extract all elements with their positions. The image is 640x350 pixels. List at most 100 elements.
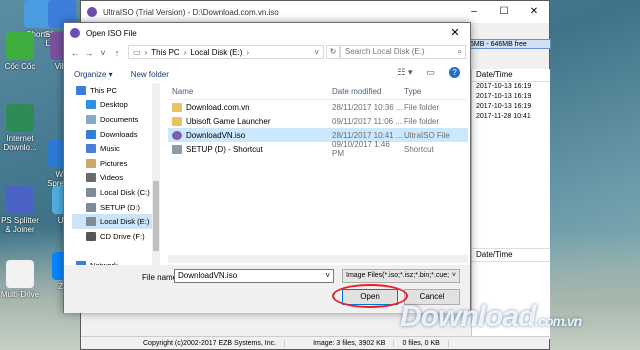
music-icon — [86, 144, 96, 154]
file-type-cell: File folder — [404, 116, 440, 126]
view-controls: ☷ ▾ ▭ ? — [397, 67, 460, 78]
file-name-cell: Download.com.vn — [168, 102, 332, 112]
chevron-down-icon[interactable]: ˅ — [314, 48, 319, 57]
organize-button[interactable]: Organize ▾ — [74, 70, 113, 79]
pictures-icon — [86, 158, 96, 168]
ultraiso-title: UltraISO (Trial Version) - D:\Download.c… — [103, 7, 279, 17]
nav-item[interactable]: Local Disk (E:) — [72, 214, 152, 229]
maximize-button[interactable]: ☐ — [489, 1, 519, 23]
documents-icon — [86, 114, 96, 124]
status-dir: 0 files, 0 KB — [394, 339, 449, 347]
breadcrumb-separator: › — [246, 47, 250, 57]
file-name-input[interactable]: DownloadVN.iso ˅ — [174, 269, 334, 283]
breadcrumb-local-disk-e[interactable]: Local Disk (E:) — [190, 48, 242, 57]
desktop-icon-label: PS Splitter & Joiner — [1, 216, 39, 234]
date-time-cell: 2017-11-28 10:41 — [476, 113, 531, 120]
file-list: Name Date modified Type Download.com.vn 2… — [168, 83, 468, 243]
file-row[interactable]: SETUP (D) - Shortcut 09/10/2017 1:46 PM Sh… — [168, 140, 468, 158]
preview-pane-icon[interactable]: ▭ — [426, 67, 435, 78]
column-name[interactable]: Name — [168, 87, 332, 96]
desktop-icon[interactable]: PS Splitter & Joiner — [0, 186, 40, 234]
file-rows: Download.com.vn 28/11/2017 10:36 ... File … — [168, 100, 468, 158]
column-date-modified[interactable]: Date modified — [332, 87, 404, 96]
watermark: Download.com.vn — [400, 300, 582, 334]
nav-item-label: CD Drive (F:) — [100, 231, 145, 241]
nav-item[interactable]: Documents — [72, 112, 152, 127]
file-type-select[interactable]: Image Files(*.iso;*.isz;*.bin;*.cue; ˅ — [342, 269, 460, 283]
file-date-cell: 28/11/2017 10:36 ... — [332, 102, 403, 112]
videos-icon — [86, 173, 96, 183]
cd-drive-icon — [86, 231, 96, 241]
file-list-hscrollbar[interactable] — [168, 255, 468, 263]
nav-item[interactable]: Desktop — [72, 98, 152, 113]
desktop-icon[interactable]: Cốc Cốc — [0, 32, 40, 71]
nav-item[interactable]: Music — [72, 141, 152, 156]
refresh-icon[interactable]: ↻ — [326, 45, 340, 59]
navigation-scrollbar[interactable] — [152, 83, 160, 265]
nav-item[interactable]: Pictures — [72, 156, 152, 171]
nav-item[interactable]: Videos — [72, 171, 152, 186]
nav-item-label: Desktop — [100, 100, 128, 110]
recent-chevron-icon[interactable]: ˅ — [96, 48, 110, 58]
search-placeholder: Search Local Disk (E:) — [345, 47, 425, 56]
file-row[interactable]: DownloadVN.iso 28/11/2017 10:41 ... UltraI… — [168, 128, 468, 142]
column-type[interactable]: Type — [404, 87, 464, 96]
navigation-pane: This PC Desktop Documents Downloads Music Pic… — [72, 83, 152, 270]
shortcut-icon — [172, 144, 182, 154]
nav-item-label: Downloads — [100, 129, 138, 139]
file-type-cell: File folder — [404, 102, 440, 112]
search-input[interactable]: Search Local Disk (E:) ⌕ — [340, 45, 466, 59]
desktop-icon[interactable]: Internet Downlo... — [0, 104, 40, 152]
file-row[interactable]: Ubisoft Game Launcher 09/11/2017 11:06 ..… — [168, 114, 468, 128]
file-name-text: Download.com.vn — [186, 102, 250, 112]
nav-item — [72, 244, 152, 259]
drive-icon — [86, 187, 96, 197]
back-arrow-icon[interactable]: ← — [68, 48, 82, 58]
chevron-down-icon[interactable]: ˅ — [325, 270, 330, 282]
file-name-text: SETUP (D) - Shortcut — [186, 144, 263, 154]
file-name-text: Ubisoft Game Launcher — [186, 116, 271, 126]
nav-item-label: Pictures — [100, 158, 128, 168]
dialog-close-button[interactable]: ✕ — [440, 23, 470, 43]
date-time-header: Date/Time — [472, 69, 550, 82]
nav-item[interactable]: This PC — [72, 83, 152, 98]
desktop-icon-label: Internet Downlo... — [3, 134, 37, 152]
ultraiso-status-bar: Copyright (c)2002-2017 EZB Systems, Inc.… — [81, 336, 549, 349]
breadcrumb-separator: › — [144, 47, 148, 57]
nav-item[interactable]: SETUP (D:) — [72, 200, 152, 215]
file-name-value: DownloadVN.iso — [178, 271, 238, 280]
app-icon — [6, 32, 34, 60]
view-options-icon[interactable]: ☷ ▾ — [397, 67, 412, 78]
ultraiso-app-icon — [70, 28, 80, 38]
minimize-button[interactable]: – — [459, 1, 489, 23]
scrollbar-thumb[interactable] — [153, 181, 159, 251]
file-name-cell: SETUP (D) - Shortcut — [168, 144, 332, 154]
file-type-value: Image Files(*.iso;*.isz;*.bin;*.cue; — [346, 272, 450, 279]
file-row[interactable]: Download.com.vn 28/11/2017 10:36 ... File … — [168, 100, 468, 114]
nav-item[interactable]: CD Drive (F:) — [72, 229, 152, 244]
nav-item[interactable]: Local Disk (C:) — [72, 185, 152, 200]
status-image: Image: 3 files, 3902 KB — [305, 339, 395, 347]
ultraiso-file-rows: 2017-10-13 16:19 2017-10-13 16:19 2017-10-… — [472, 82, 550, 122]
app-icon — [6, 260, 34, 288]
file-name-cell: DownloadVN.iso — [168, 130, 332, 140]
file-name-cell: Ubisoft Game Launcher — [168, 116, 332, 126]
navigation-bar: ← → ˅ ↑ ▭ › This PC › Local Disk (E:) › … — [64, 43, 470, 63]
date-time-cell: 2017-10-13 16:19 — [476, 83, 532, 90]
pc-small-icon: ▭ — [133, 47, 141, 57]
desktop-icon[interactable]: Multi-Drive — [0, 260, 40, 299]
drive-icon — [86, 217, 96, 227]
nav-item-label: This PC — [90, 85, 118, 95]
new-folder-button[interactable]: New folder — [131, 70, 169, 79]
file-date-cell: 28/11/2017 10:41 ... — [332, 130, 403, 140]
forward-arrow-icon[interactable]: → — [82, 48, 96, 58]
watermark-text: Download — [400, 300, 536, 333]
up-arrow-icon[interactable]: ↑ — [110, 48, 124, 58]
breadcrumb-this-pc[interactable]: This PC — [151, 48, 179, 57]
ultraiso-close-button[interactable]: ✕ — [519, 1, 549, 23]
help-icon[interactable]: ? — [449, 67, 460, 78]
folder-icon — [172, 102, 182, 112]
nav-item[interactable]: Downloads — [72, 127, 152, 142]
address-bar[interactable]: ▭ › This PC › Local Disk (E:) › ˅ — [128, 45, 324, 59]
drive-icon — [86, 202, 96, 212]
